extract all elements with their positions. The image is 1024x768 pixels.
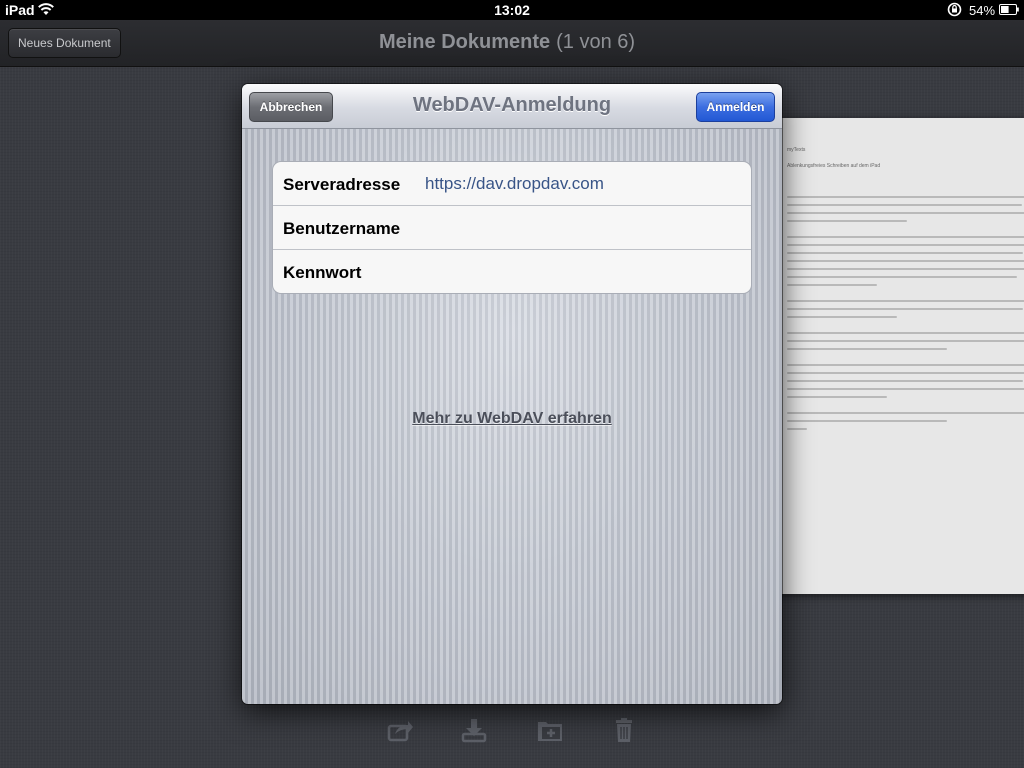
server-address-row[interactable]: Serveradresse bbox=[273, 162, 751, 206]
text-line bbox=[787, 412, 1024, 414]
text-line bbox=[787, 284, 877, 286]
add-folder-icon[interactable] bbox=[536, 716, 564, 744]
text-line bbox=[787, 220, 907, 222]
webdav-login-dialog: Abbrechen WebDAV-Anmeldung Anmelden Serv… bbox=[242, 84, 782, 704]
username-field[interactable] bbox=[425, 218, 735, 238]
text-line bbox=[787, 348, 947, 350]
text-line bbox=[787, 340, 1024, 342]
document-preview[interactable]: myTexts Ablenkungsfreies Schreiben auf d… bbox=[740, 118, 1024, 594]
battery-percentage: 54% bbox=[969, 3, 996, 18]
status-bar: iPad 13:02 54% bbox=[0, 0, 1024, 20]
server-address-label: Serveradresse bbox=[283, 175, 401, 194]
text-line bbox=[787, 236, 1024, 238]
text-line bbox=[787, 212, 1024, 214]
document-count: (1 von 6) bbox=[556, 31, 636, 53]
text-line bbox=[787, 332, 1024, 334]
text-line bbox=[787, 300, 1024, 302]
text-line bbox=[787, 420, 947, 422]
text-line bbox=[787, 260, 1024, 262]
document-preview-title: myTexts bbox=[787, 147, 806, 153]
text-line bbox=[787, 396, 887, 398]
text-line bbox=[787, 276, 1017, 278]
text-line bbox=[787, 196, 1024, 198]
username-row[interactable]: Benutzername bbox=[273, 206, 751, 250]
username-label: Benutzername bbox=[283, 219, 401, 238]
login-form: Serveradresse Benutzername Kennwort bbox=[272, 161, 752, 294]
password-label: Kennwort bbox=[283, 263, 362, 282]
text-line bbox=[787, 364, 1024, 366]
text-line bbox=[787, 252, 1023, 254]
text-line bbox=[787, 316, 897, 318]
battery-icon bbox=[999, 4, 1019, 15]
rotation-lock-icon bbox=[947, 2, 962, 17]
text-line bbox=[787, 308, 1023, 310]
password-row[interactable]: Kennwort bbox=[273, 250, 751, 293]
trash-icon[interactable] bbox=[610, 716, 638, 744]
document-preview-subtitle: Ablenkungsfreies Schreiben auf dem iPad bbox=[787, 163, 881, 169]
password-field[interactable] bbox=[425, 262, 735, 282]
clock: 13:02 bbox=[494, 2, 530, 18]
page-title: Meine Dokumente (1 von 6) bbox=[0, 31, 1014, 54]
share-icon[interactable] bbox=[386, 716, 414, 744]
page-title-text: Meine Dokumente bbox=[378, 31, 551, 53]
dialog-header: Abbrechen WebDAV-Anmeldung Anmelden bbox=[242, 84, 782, 129]
text-line bbox=[787, 244, 1024, 246]
text-line bbox=[787, 372, 1024, 374]
download-icon[interactable] bbox=[460, 716, 488, 744]
text-line bbox=[787, 428, 807, 430]
text-line bbox=[787, 268, 1024, 270]
login-button[interactable]: Anmelden bbox=[696, 92, 775, 122]
text-line bbox=[787, 388, 1024, 390]
navigation-bar: Neues Dokument Meine Dokumente (1 von 6) bbox=[0, 20, 1024, 67]
server-address-field[interactable] bbox=[425, 174, 735, 194]
text-line bbox=[787, 380, 1023, 382]
learn-more-webdav-link[interactable]: Mehr zu WebDAV erfahren bbox=[242, 410, 782, 428]
text-line bbox=[787, 204, 1022, 206]
